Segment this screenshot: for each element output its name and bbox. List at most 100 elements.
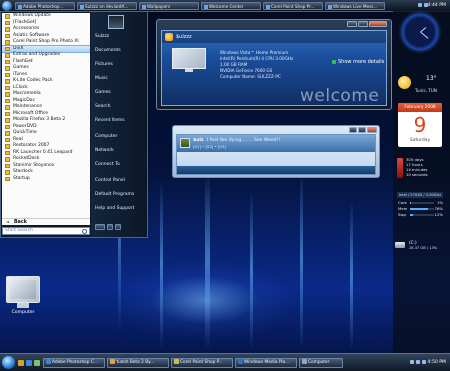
expand-icon [332, 60, 336, 64]
start-menu-link[interactable]: Network [95, 148, 114, 153]
start-menu-link[interactable]: Connect To [95, 162, 120, 167]
taskbar-button[interactable]: Adobe Photoshop... [15, 2, 75, 10]
start-menu-link[interactable]: Sulzzz [95, 34, 109, 39]
start-orb-icon[interactable] [2, 1, 12, 11]
start-menu-link[interactable]: Default Programs [95, 192, 134, 197]
start-menu-link[interactable]: Pictures [95, 62, 113, 67]
meter-row: Core1% [397, 200, 443, 205]
tray-icon[interactable] [422, 360, 426, 364]
start-menu-link[interactable]: Documents [95, 48, 121, 53]
start-menu-link[interactable]: Help and Support [95, 206, 134, 211]
show-more-details-link[interactable]: Show more details [332, 59, 384, 65]
start-menu-link[interactable]: Control Panel [95, 178, 125, 183]
program-label: iTunes [13, 72, 27, 77]
start-menu-link[interactable]: Computer [95, 134, 117, 139]
taskbar-button[interactable]: Yuzoh Beta 2 By... [107, 358, 169, 368]
program-label: Startup [13, 176, 30, 181]
close-button[interactable] [369, 21, 387, 27]
taskbar-button-label: Sulzzz on deviantA... [85, 4, 128, 9]
taskbar-button[interactable]: Windows Live Mess... [325, 2, 385, 10]
spec-gpu: NVIDIA GeForce 7600 GS [220, 68, 272, 73]
app-icon[interactable] [34, 360, 40, 366]
meter-row: Mem76% [397, 206, 443, 211]
program-label: PowerDVD [13, 124, 37, 129]
power-button-icon[interactable] [95, 224, 105, 230]
spec-ram: 1.00 GB RAM [220, 62, 247, 67]
folder-icon [5, 112, 10, 117]
maximize-button[interactable] [358, 127, 366, 133]
program-label: Extras and Upgrades [13, 52, 60, 57]
start-menu-link[interactable]: Games [95, 90, 111, 95]
back-arrow-icon [6, 221, 9, 223]
folder-icon [5, 125, 10, 130]
taskbar-button[interactable]: Computer [299, 358, 343, 368]
weather-location: Tunis, TUN [415, 88, 437, 93]
tray-icon[interactable] [418, 3, 422, 7]
taskbar-button-label: Adobe Photoshop... [23, 4, 64, 9]
drive-usage: 28.37 GB / 13% [409, 246, 437, 250]
folder-icon[interactable] [18, 360, 24, 366]
messenger-toolbar[interactable] [177, 166, 375, 174]
chevron-right-icon[interactable] [115, 224, 121, 230]
weather-temperature: 13° [426, 75, 437, 82]
taskbar-button-label: Windows Live Mess... [333, 4, 377, 9]
uptime-gadget[interactable]: 305 days 17 hours 14 minutes 10 seconds [397, 157, 443, 181]
calendar-weekday: Saturday [398, 138, 442, 143]
user-picture[interactable] [108, 15, 124, 29]
meter-fill [410, 208, 428, 210]
taskbar-button[interactable]: Adobe Photoshop C... [43, 358, 105, 368]
contact-header: $ulz I feel like dying........ See Weed!… [177, 135, 375, 152]
close-button[interactable] [367, 127, 377, 133]
messenger-window: $ulz I feel like dying........ See Weed!… [172, 125, 380, 178]
computer-desktop-icon[interactable]: Computer [3, 270, 43, 320]
weather-gadget[interactable]: 13° Tunis, TUN [398, 75, 442, 97]
taskbar-button-label: Adobe Photoshop C... [52, 360, 98, 365]
start-menu-link[interactable]: Search [95, 104, 110, 109]
browser-icon[interactable] [26, 360, 32, 366]
network-icon[interactable] [416, 360, 420, 364]
folder-icon [5, 105, 10, 110]
taskbar-button[interactable]: Corel Paint Shop P... [171, 358, 233, 368]
taskbar-button[interactable]: Corel Paint Shop Pr... [263, 2, 323, 10]
back-label: Back [14, 220, 27, 225]
cpu-meter-gadget[interactable]: Intel / 57XXX / 3.00GHz Core1%Mem76%Swp1… [397, 192, 443, 220]
taskbar-clock[interactable]: 4:44 PM [427, 0, 446, 11]
folder-icon [5, 40, 10, 45]
folder-icon [5, 86, 10, 91]
computer-icon-label: Computer [3, 310, 43, 315]
start-menu-link[interactable]: Recent Items [95, 118, 125, 123]
back-button[interactable]: Back [2, 218, 90, 225]
lock-icon[interactable] [107, 224, 113, 230]
app-icon [266, 5, 270, 9]
all-programs-list: Windows Update[FlashGet]AccessoriesAsiat… [2, 13, 90, 218]
drive-gadget[interactable]: (C:) 28.37 GB / 13% [395, 240, 447, 254]
minimize-button[interactable] [349, 127, 357, 133]
program-item[interactable]: Startup [2, 176, 90, 183]
taskbar-clock[interactable]: 4:50 PM [427, 354, 446, 371]
program-label: QuickTime [13, 130, 37, 135]
meter-value: 12% [435, 212, 443, 217]
computer-icon [6, 276, 40, 303]
minimize-button[interactable] [347, 21, 357, 27]
calendar-gadget[interactable]: February 2008 9 Saturday [398, 103, 442, 147]
meter-track [410, 214, 434, 216]
volume-icon[interactable] [410, 360, 414, 364]
app-icon [110, 359, 115, 364]
meter-label: Mem [398, 206, 407, 211]
light-streak [205, 170, 210, 350]
program-label: [FlashGet] [13, 20, 36, 25]
taskbar-button[interactable]: Sulzzz on deviantA... [77, 2, 137, 10]
program-label: RK Launcher 0.41 Leopard [13, 150, 73, 155]
computer-icon [302, 359, 307, 364]
maximize-button[interactable] [358, 21, 368, 27]
hard-drive-icon [395, 242, 405, 248]
contact-avatar[interactable] [180, 138, 190, 148]
taskbar-button[interactable]: Welcome Center [201, 2, 261, 10]
start-search-input[interactable]: Start Search [2, 227, 90, 235]
start-orb-icon[interactable] [2, 356, 15, 369]
taskbar-button[interactable]: Windows Media Pla... [235, 358, 297, 368]
start-menu-link[interactable]: Music [95, 76, 108, 81]
taskbar-button[interactable]: Wallpapers [139, 2, 199, 10]
analog-clock-gadget[interactable] [402, 14, 438, 50]
program-label: Macromedia [13, 91, 41, 96]
